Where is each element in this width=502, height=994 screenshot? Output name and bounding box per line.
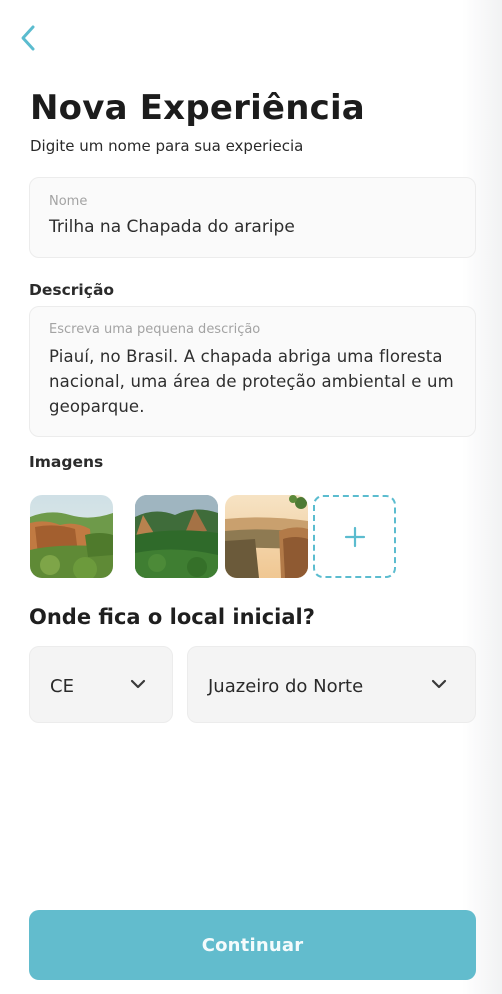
add-image-button[interactable] (313, 495, 396, 578)
images-label: Imagens (29, 453, 104, 471)
description-label: Descrição (29, 281, 115, 299)
city-select[interactable]: Juazeiro do Norte (187, 646, 476, 723)
state-select-value: CE (50, 676, 74, 697)
chevron-down-icon (431, 679, 447, 689)
image-thumbnail-3[interactable] (225, 495, 308, 578)
chevron-down-icon (130, 679, 146, 689)
name-field-value[interactable]: Trilha na Chapada do araripe (49, 217, 459, 237)
chevron-left-icon (21, 25, 35, 51)
image-thumbnail-2[interactable] (135, 495, 218, 578)
continue-button[interactable]: Continuar (29, 910, 476, 980)
plus-icon (344, 526, 365, 547)
description-field[interactable]: Escreva uma pequena descrição Piauí, no … (29, 306, 476, 437)
back-button[interactable] (12, 20, 44, 56)
description-placeholder: Escreva uma pequena descrição (49, 322, 261, 337)
page-title: Nova Experiência (30, 88, 365, 128)
description-value[interactable]: Piauí, no Brasil. A chapada abriga uma f… (49, 344, 459, 419)
screen: Nova Experiência Digite um nome para sua… (0, 0, 502, 994)
image-thumbnail-1[interactable] (30, 495, 113, 578)
name-field-label: Nome (49, 194, 88, 209)
name-field[interactable]: Nome Trilha na Chapada do araripe (29, 177, 476, 258)
location-question: Onde fica o local inicial? (29, 605, 315, 629)
page-subtitle: Digite um nome para sua experiecia (30, 137, 304, 155)
state-select[interactable]: CE (29, 646, 173, 723)
city-select-value: Juazeiro do Norte (208, 676, 364, 697)
